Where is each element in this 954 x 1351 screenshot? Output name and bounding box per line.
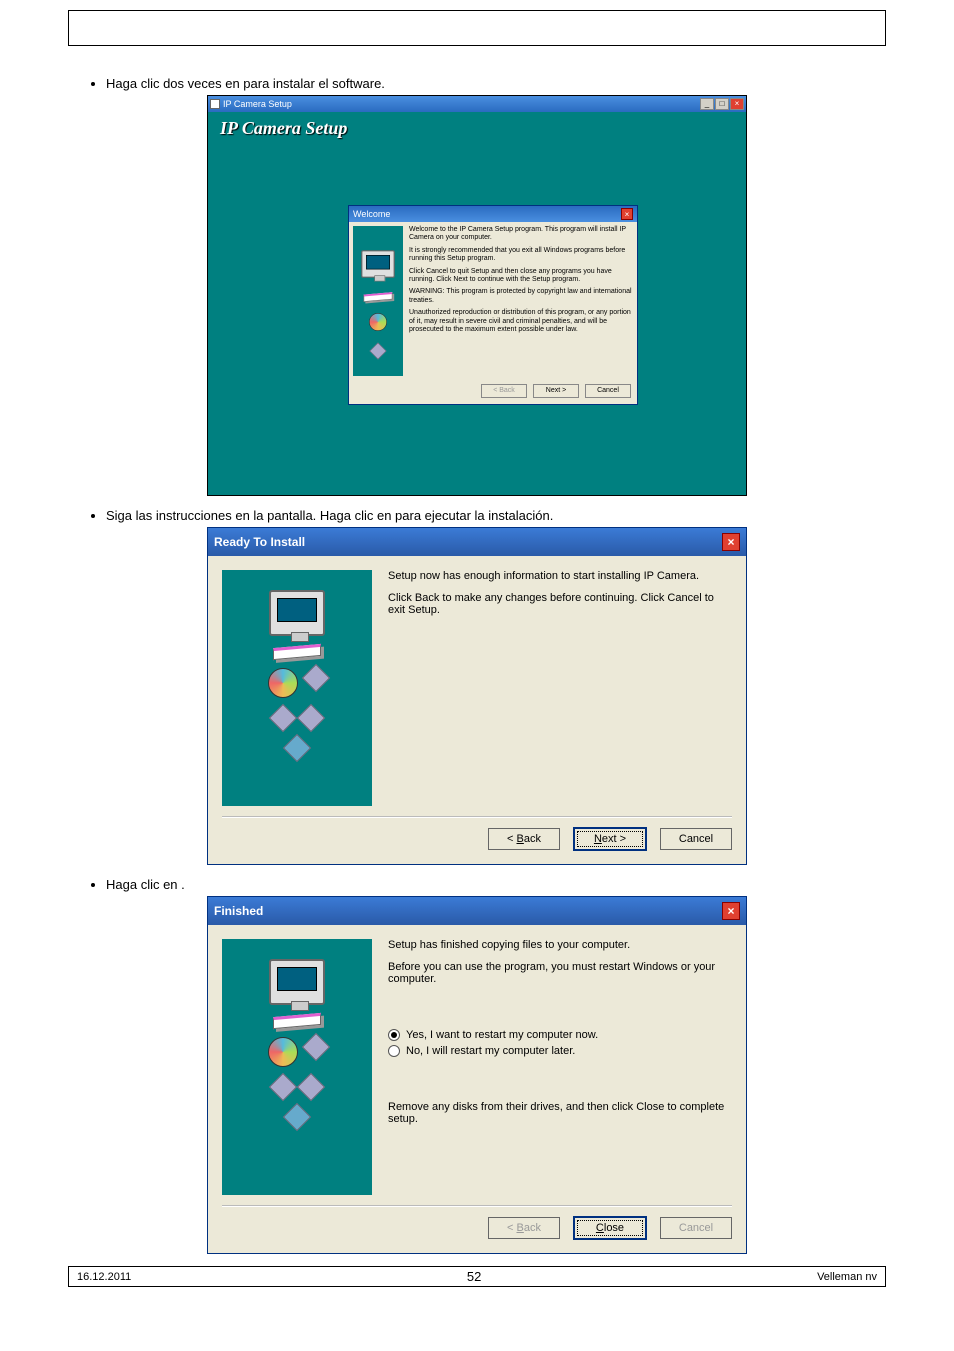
welcome-side-graphic (353, 226, 403, 376)
diamond-icon (269, 1073, 297, 1101)
diamond-icon (297, 704, 325, 732)
radio-label: No, I will restart my computer later. (406, 1045, 575, 1057)
ready-para-1: Setup now has enough information to star… (388, 570, 732, 582)
side-graphic-panel (222, 570, 372, 806)
screenshot-welcome: IP Camera Setup _ □ × IP Camera Setup We… (207, 95, 747, 496)
radio-icon (388, 1045, 400, 1057)
side-graphic-panel (222, 939, 372, 1195)
footer-company: Velleman nv (817, 1271, 877, 1283)
back-button: < Back (488, 1217, 560, 1239)
close-icon[interactable]: × (722, 902, 740, 920)
pen-icon (283, 734, 311, 762)
window-titlebar: IP Camera Setup _ □ × (208, 96, 746, 112)
welcome-para-3: Click Cancel to quit Setup and then clos… (409, 268, 633, 285)
close-button[interactable]: Close (574, 1217, 646, 1239)
diamond-icon (302, 664, 330, 692)
minimize-icon[interactable]: _ (700, 98, 714, 110)
diamond-icon (269, 704, 297, 732)
close-icon[interactable]: × (722, 533, 740, 551)
step-1-text: Haga clic dos veces en para instalar el … (106, 76, 894, 91)
back-button: < Back (481, 384, 527, 398)
finished-para-3: Remove any disks from their drives, and … (388, 1101, 732, 1125)
floppy-icon (273, 1013, 321, 1029)
diamond-icon (302, 1033, 330, 1061)
welcome-para-1: Welcome to the IP Camera Setup program. … (409, 226, 633, 243)
floppy-icon (273, 644, 321, 660)
welcome-para-5: Unauthorized reproduction or distributio… (409, 309, 633, 334)
close-icon[interactable]: × (621, 208, 633, 220)
finished-para-2: Before you can use the program, you must… (388, 961, 732, 985)
window-title: IP Camera Setup (223, 99, 292, 109)
dialog-title: Finished (214, 904, 263, 918)
finished-para-1: Setup has finished copying files to your… (388, 939, 732, 951)
cancel-button[interactable]: Cancel (660, 828, 732, 850)
dialog-title: Ready To Install (214, 535, 305, 549)
monitor-icon (269, 959, 325, 1005)
next-button[interactable]: Next > (574, 828, 646, 850)
restart-later-radio[interactable]: No, I will restart my computer later. (388, 1045, 732, 1057)
welcome-para-4: WARNING: This program is protected by co… (409, 288, 633, 305)
restart-now-radio[interactable]: Yes, I want to restart my computer now. (388, 1029, 732, 1041)
screenshot-finished: Finished × Setup has finished copying fi… (207, 896, 747, 1254)
app-icon (210, 99, 220, 109)
radio-icon (388, 1029, 400, 1041)
next-button[interactable]: Next > (533, 384, 579, 398)
back-button[interactable]: < Back (488, 828, 560, 850)
close-icon[interactable]: × (730, 98, 744, 110)
page-footer: 16.12.2011 52 Velleman nv (68, 1266, 886, 1287)
monitor-icon (269, 590, 325, 636)
screenshot-ready-to-install: Ready To Install × Setup now has enough … (207, 527, 747, 865)
cancel-button: Cancel (660, 1217, 732, 1239)
ready-para-2: Click Back to make any changes before co… (388, 592, 732, 616)
welcome-dialog: Welcome × Welcome to the IP Camera Setup… (348, 205, 638, 405)
page-number: 52 (131, 1269, 817, 1284)
footer-date: 16.12.2011 (77, 1271, 131, 1283)
welcome-para-2: It is strongly recommended that you exit… (409, 247, 633, 264)
diamond-icon (297, 1073, 325, 1101)
cd-icon (268, 1037, 298, 1067)
maximize-icon[interactable]: □ (715, 98, 729, 110)
step-2-text: Siga las instrucciones en la pantalla. H… (106, 508, 894, 523)
page-header-box (68, 10, 886, 46)
radio-label: Yes, I want to restart my computer now. (406, 1029, 598, 1041)
pen-icon (283, 1103, 311, 1131)
step-3-text: Haga clic en . (106, 877, 894, 892)
app-banner: IP Camera Setup (208, 112, 746, 145)
cd-icon (268, 668, 298, 698)
cancel-button[interactable]: Cancel (585, 384, 631, 398)
welcome-title-text: Welcome (353, 209, 390, 219)
